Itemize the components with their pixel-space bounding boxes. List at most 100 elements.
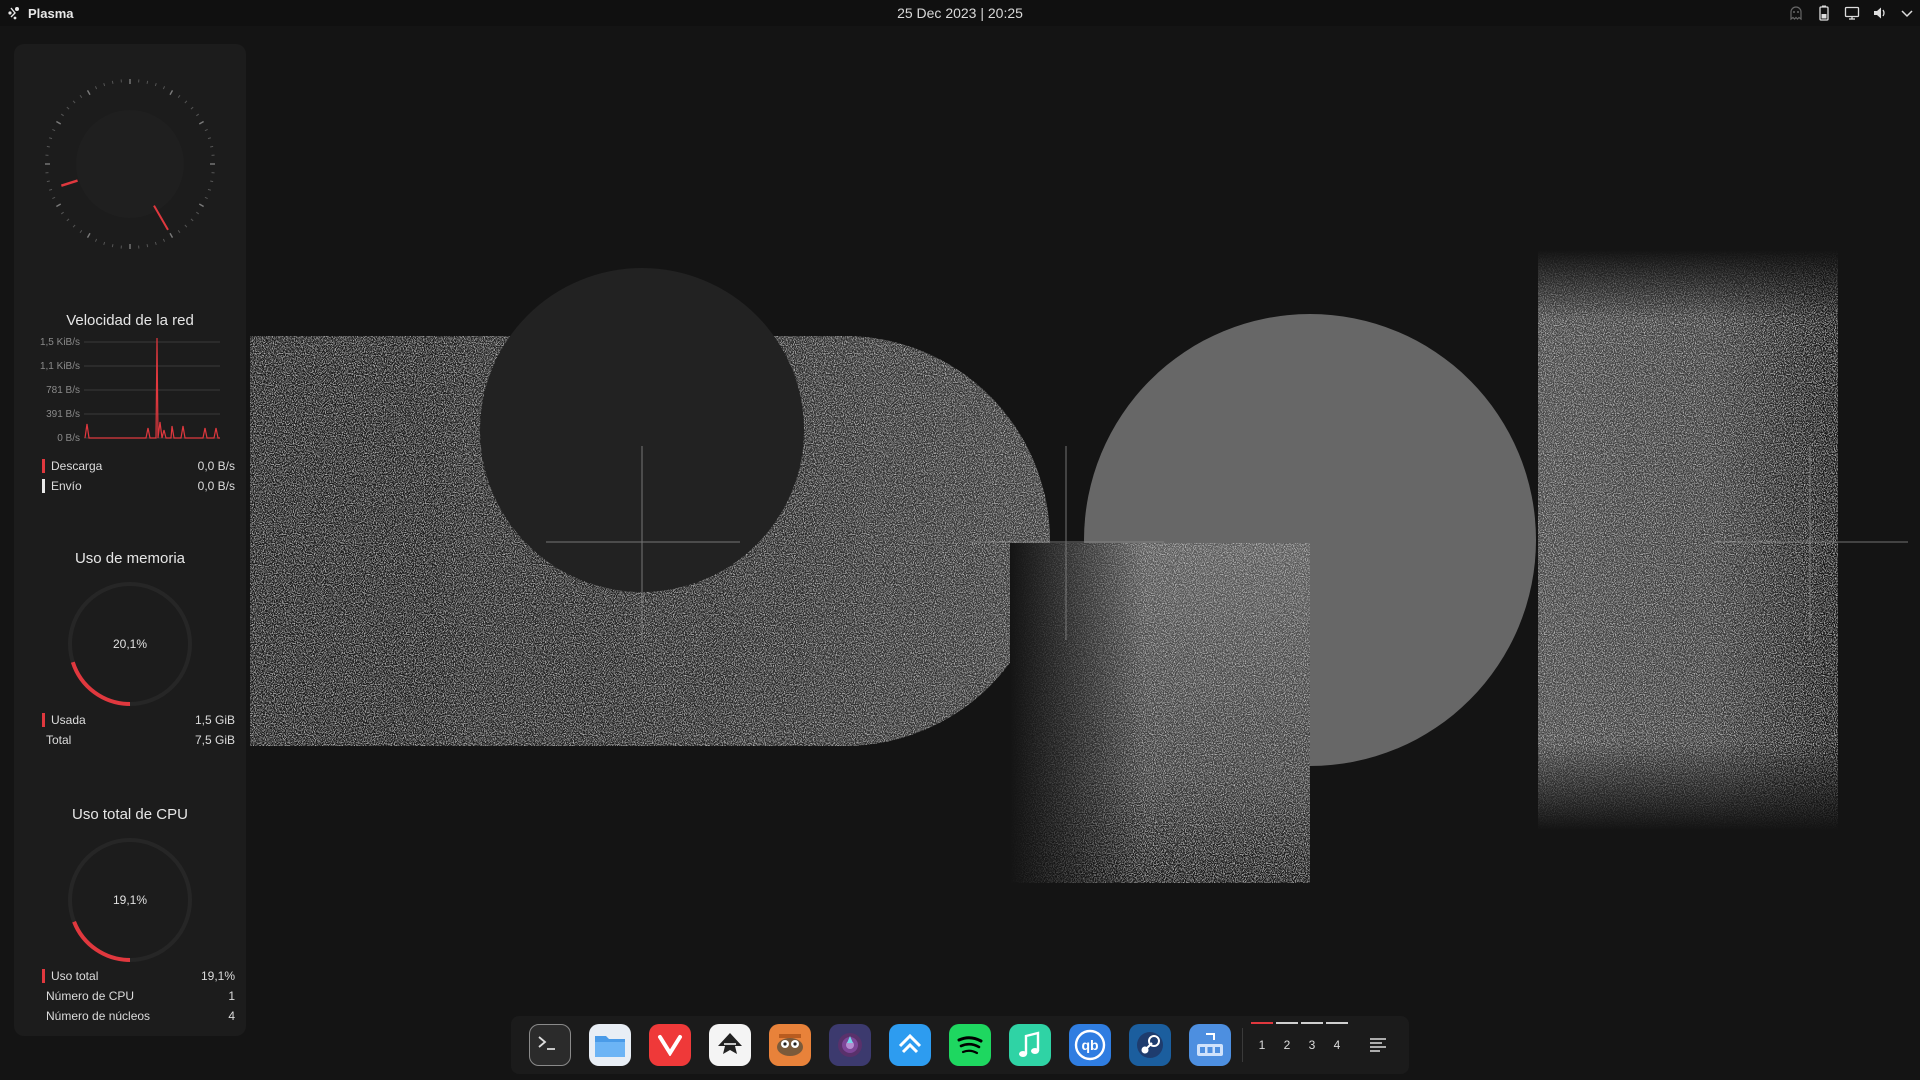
clock-tick xyxy=(196,211,200,215)
clock-tick xyxy=(79,230,83,234)
clock-tick xyxy=(204,196,208,200)
dock-panel: qb 1 2 3 4 xyxy=(511,1016,1409,1074)
clock-tick xyxy=(154,241,157,245)
memory-total-row: Total 7,5 GiB xyxy=(42,731,235,749)
clock-tick xyxy=(210,145,214,148)
clock-tick xyxy=(72,100,76,104)
music-icon[interactable] xyxy=(1009,1024,1051,1066)
clock-tick xyxy=(146,244,149,248)
download-series-line xyxy=(84,337,220,439)
datetime-clock[interactable]: 25 Dec 2023 | 20:25 xyxy=(897,5,1023,21)
desktop-number: 1 xyxy=(1258,1038,1266,1052)
upload-value: 0,0 B/s xyxy=(197,479,235,493)
network-y-tick: 1,5 KiB/s xyxy=(40,337,80,348)
clock-tick xyxy=(60,211,64,215)
memory-total-label: Total xyxy=(46,733,72,747)
system-monitor-sidebar: Velocidad de la red 1,5 KiB/s 1,1 KiB/s … xyxy=(14,44,246,1036)
clock-tick xyxy=(79,94,83,98)
network-y-tick: 391 B/s xyxy=(46,409,80,420)
clock-tick xyxy=(49,188,53,191)
desktop-2[interactable]: 2 xyxy=(1276,1016,1298,1074)
clock-tick xyxy=(94,238,98,242)
desktop-number: 4 xyxy=(1333,1038,1341,1052)
tor-icon[interactable] xyxy=(829,1024,871,1066)
vivaldi-icon[interactable] xyxy=(649,1024,691,1066)
clock-tick xyxy=(162,238,166,242)
clock-tick xyxy=(72,224,76,228)
cpu-cores-row: Número de núcleos 4 xyxy=(42,1007,235,1025)
steam-icon[interactable] xyxy=(1129,1024,1171,1066)
clock-tick xyxy=(162,86,166,90)
network-speed-title: Velocidad de la red xyxy=(66,312,194,329)
download-legend-row: Descarga 0,0 B/s xyxy=(42,457,235,475)
network-y-tick: 0 B/s xyxy=(57,433,80,444)
desktop-1[interactable]: 1 xyxy=(1251,1016,1273,1074)
cpu-cores-label: Número de núcleos xyxy=(46,1009,151,1023)
memory-usage-title: Uso de memoria xyxy=(74,550,186,567)
clock-tick xyxy=(111,80,114,84)
top-panel: Plasma 25 Dec 2023 | 20:25 xyxy=(0,0,1920,26)
cpu-count-row: Número de CPU 1 xyxy=(42,987,235,1005)
svg-text:qb: qb xyxy=(1081,1037,1098,1053)
desktop-3[interactable]: 3 xyxy=(1301,1016,1323,1074)
app-launcher-icon[interactable] xyxy=(1189,1024,1231,1066)
clock-tick xyxy=(52,196,56,200)
inkscape-icon[interactable] xyxy=(709,1024,751,1066)
clock-tick xyxy=(204,128,208,132)
plasma-logo-icon xyxy=(8,7,19,20)
clock-tick xyxy=(86,90,91,96)
clock-tick xyxy=(190,218,194,222)
kdeconnect-icon[interactable] xyxy=(889,1024,931,1066)
files-icon[interactable] xyxy=(589,1024,631,1066)
memory-used-label: Usada xyxy=(42,713,86,727)
spotify-icon[interactable] xyxy=(949,1024,991,1066)
cpu-usage-row: Uso total 19,1% xyxy=(42,967,235,985)
desktop-number: 2 xyxy=(1283,1038,1291,1052)
clock-hour-hand xyxy=(60,179,78,187)
clock-tick xyxy=(190,106,194,110)
clock-tick xyxy=(169,90,174,96)
clock-tick xyxy=(103,241,106,245)
battery-icon[interactable] xyxy=(1816,5,1832,21)
qbittorrent-icon[interactable]: qb xyxy=(1069,1024,1111,1066)
chevron-down-icon[interactable] xyxy=(1900,6,1914,20)
network-y-tick: 781 B/s xyxy=(46,385,80,396)
desktop-wallpaper xyxy=(0,26,1920,1080)
cpu-usage-title: Uso total de CPU xyxy=(72,806,188,823)
desktop-4[interactable]: 4 xyxy=(1326,1016,1348,1074)
desktop-number: 3 xyxy=(1308,1038,1316,1052)
clock-tick xyxy=(46,145,50,148)
clock-tick xyxy=(52,128,56,132)
clock-tick xyxy=(210,180,214,183)
memory-used-value: 1,5 GiB xyxy=(194,713,235,727)
clock-tick xyxy=(177,94,181,98)
menu-lines-icon[interactable] xyxy=(1369,1036,1387,1054)
clock-tick xyxy=(177,230,181,234)
network-speed-graph: 1,5 KiB/s 1,1 KiB/s 781 B/s 391 B/s 0 B/… xyxy=(40,337,220,444)
memory-used-row: Usada 1,5 GiB xyxy=(42,711,235,729)
gimp-icon[interactable] xyxy=(769,1024,811,1066)
cpu-count-label: Número de CPU xyxy=(46,989,135,1003)
download-label: Descarga xyxy=(42,459,102,473)
clock-tick xyxy=(86,232,91,238)
volume-icon[interactable] xyxy=(1872,5,1888,21)
clock-tick xyxy=(184,224,188,228)
clock-tick xyxy=(66,218,70,222)
ghost-icon[interactable] xyxy=(1788,5,1804,21)
memory-gauge-fill xyxy=(70,661,131,706)
cpu-usage-gauge: 19,1% xyxy=(68,838,192,962)
app-menu-label: Plasma xyxy=(28,5,74,21)
display-icon[interactable] xyxy=(1844,5,1860,21)
application-launcher[interactable]: Plasma xyxy=(6,5,74,21)
terminal-icon[interactable] xyxy=(529,1024,571,1066)
clock-tick xyxy=(198,203,204,208)
clock-tick xyxy=(103,83,106,87)
clock-minute-hand xyxy=(153,205,169,231)
clock-tick xyxy=(207,188,211,191)
network-y-tick: 1,1 KiB/s xyxy=(40,361,80,372)
upload-label: Envío xyxy=(42,479,82,493)
analog-clock xyxy=(45,79,215,249)
clock-tick xyxy=(146,80,149,84)
clock-tick xyxy=(207,137,211,140)
cpu-usage-value: 19,1% xyxy=(200,969,235,983)
